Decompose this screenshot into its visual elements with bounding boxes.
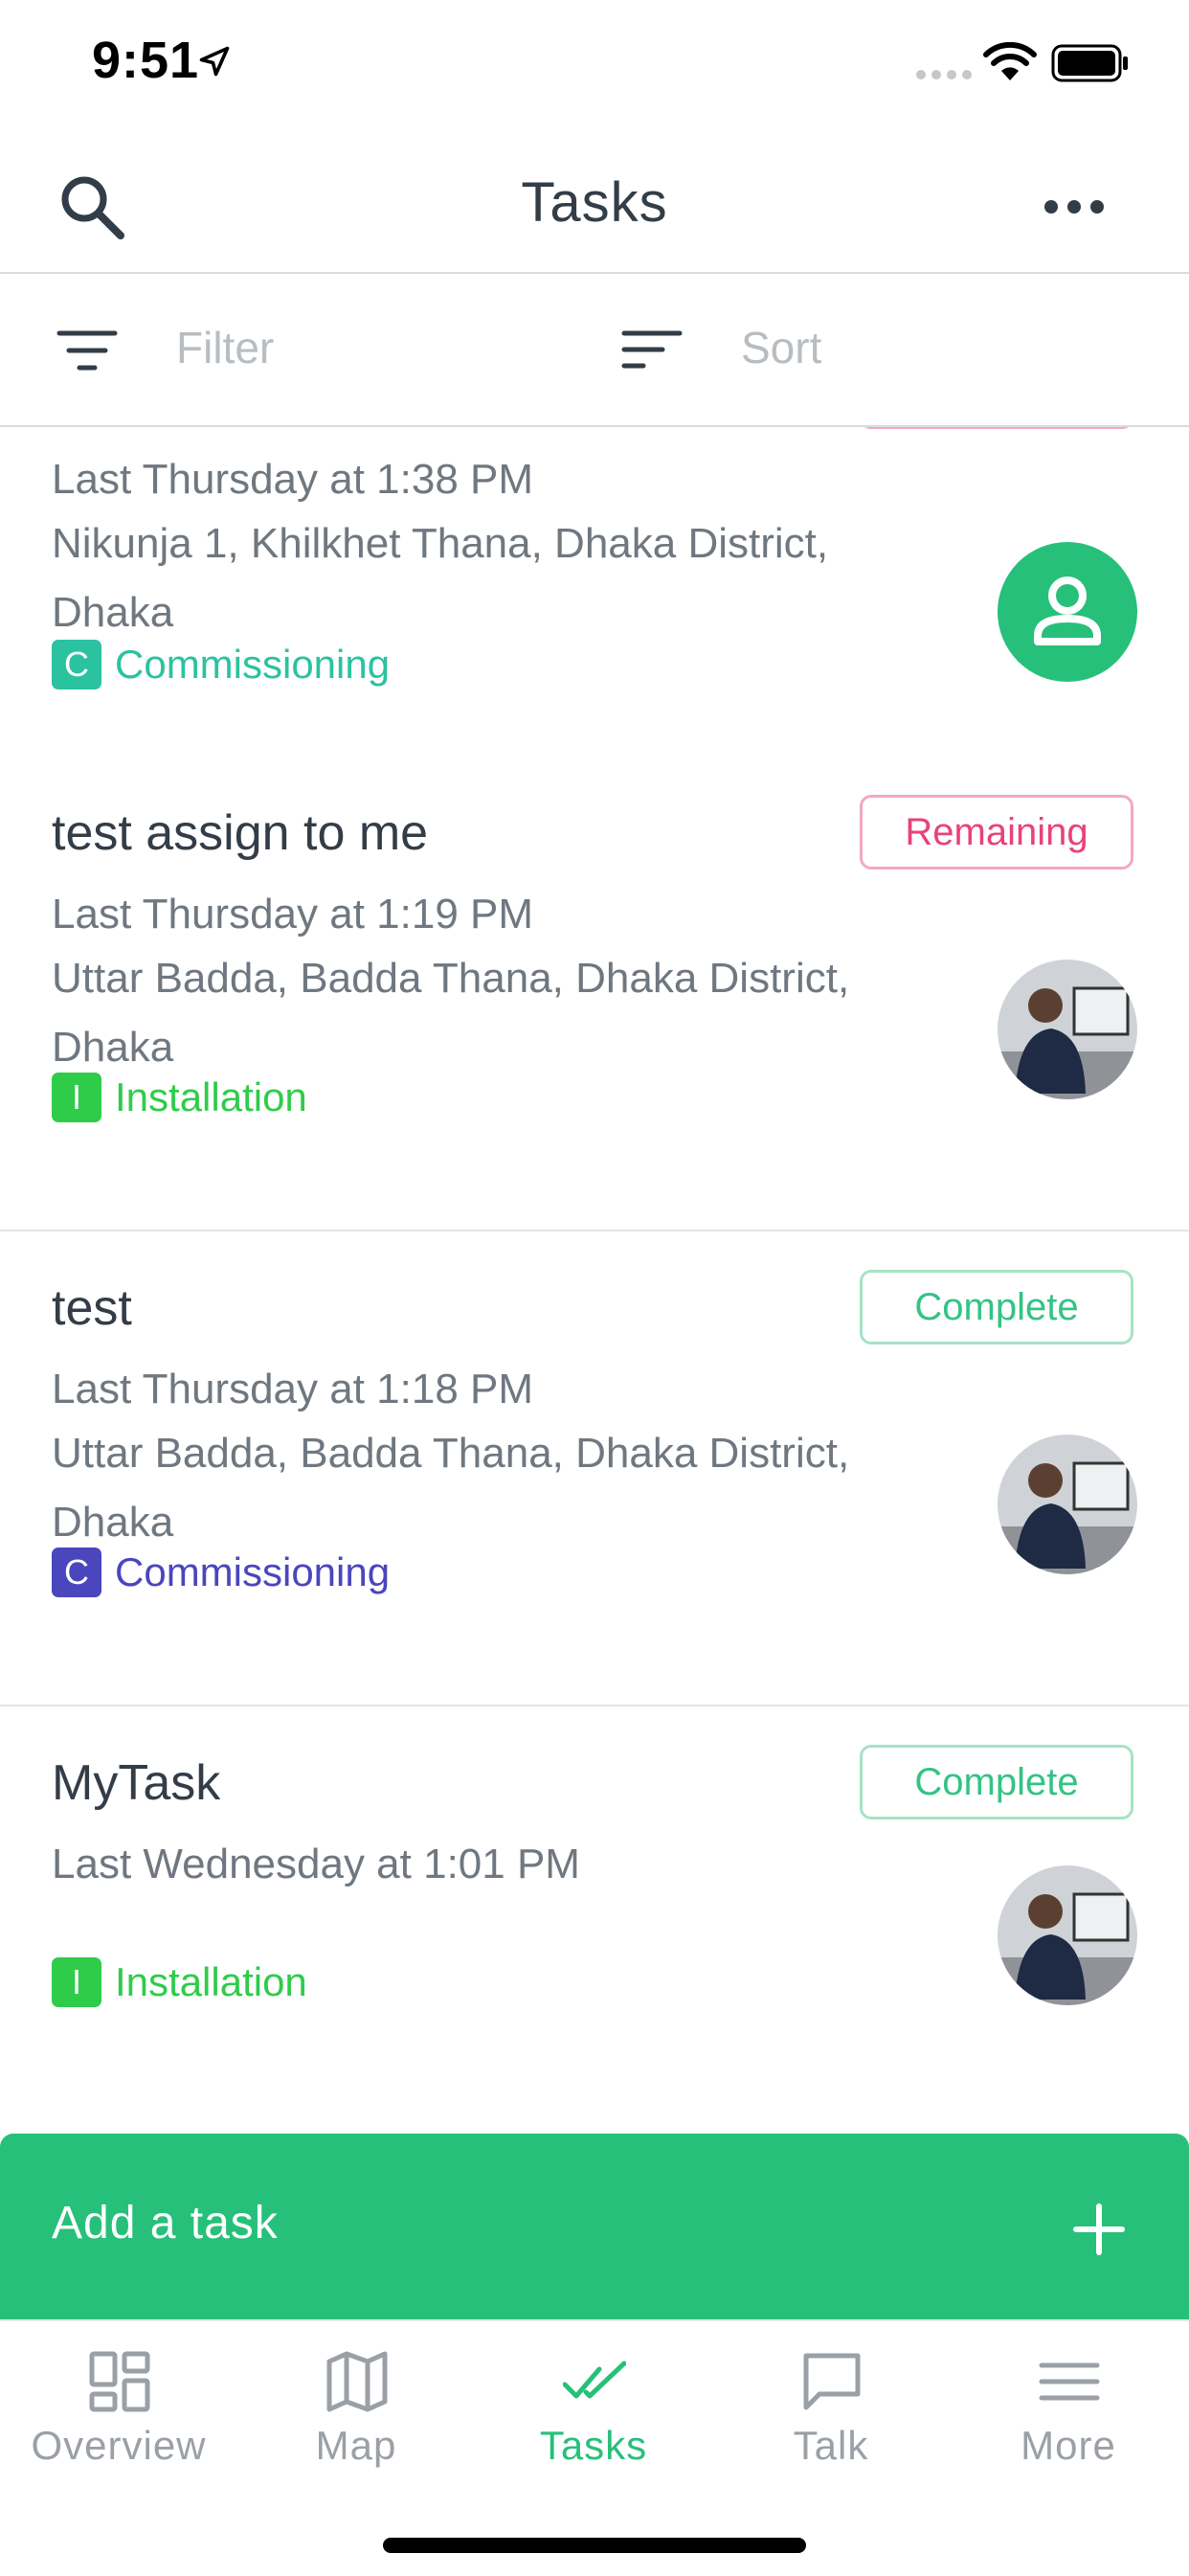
more-icon (1039, 2362, 1100, 2401)
task-address: Nikunja 1, Khilkhet Thana, Dhaka Distric… (52, 520, 829, 636)
tab-label: Overview (31, 2423, 207, 2468)
task-card[interactable]: test assign to me Remaining Last Thursda… (0, 755, 1189, 1232)
avatar[interactable] (998, 960, 1137, 1099)
home-indicator (383, 2538, 806, 2553)
user-photo-icon (998, 960, 1137, 1099)
task-address: Uttar Badda, Badda Thana, Dhaka District… (52, 1430, 850, 1546)
status-time: 9:51 (92, 32, 200, 89)
task-title: test assign to me (52, 805, 429, 861)
status-bar: 9:51 (0, 0, 1189, 124)
status-badge: Remaining (860, 795, 1133, 870)
task-list: Last Thursday at 1:38 PM Nikunja 1, Khil… (0, 427, 1189, 2134)
person-icon (1034, 576, 1101, 645)
task-card[interactable]: Last Thursday at 1:38 PM Nikunja 1, Khil… (0, 427, 1189, 757)
filter-icon[interactable] (56, 328, 119, 375)
map-icon (326, 2351, 388, 2412)
sort-icon[interactable] (620, 328, 684, 372)
avatar[interactable] (998, 542, 1137, 682)
task-time: Last Wednesday at 1:01 PM (52, 1841, 580, 1887)
tab-more[interactable]: More (950, 2321, 1187, 2513)
cellular-signal-icon (916, 70, 972, 79)
type-label: Commissioning (115, 642, 391, 687)
status-badge: Complete (860, 1270, 1133, 1344)
tab-map[interactable]: Map (237, 2321, 475, 2513)
avatar[interactable] (998, 1865, 1137, 2005)
add-task-button[interactable]: Add a task (0, 2134, 1189, 2319)
task-time: Last Thursday at 1:18 PM (52, 1366, 534, 1412)
avatar[interactable] (998, 1435, 1137, 1574)
status-badge (860, 427, 1133, 429)
plus-icon (1073, 2203, 1125, 2255)
talk-icon (803, 2353, 861, 2410)
app-header: Tasks (0, 134, 1189, 274)
tab-overview[interactable]: Overview (0, 2321, 237, 2513)
wifi-icon (983, 42, 1037, 80)
type-badge: C (52, 1548, 101, 1597)
task-address: Uttar Badda, Badda Thana, Dhaka District… (52, 955, 850, 1071)
user-photo-icon (998, 1865, 1137, 2005)
location-arrow-icon (199, 46, 230, 77)
tab-tasks[interactable]: Tasks (475, 2321, 712, 2513)
tab-label: Tasks (539, 2423, 648, 2468)
overview-icon (89, 2351, 150, 2412)
tab-label: Map (315, 2423, 397, 2468)
tab-label: More (1021, 2423, 1116, 2468)
tab-talk[interactable]: Talk (712, 2321, 950, 2513)
filter-sort-toolbar: Filter Sort (0, 274, 1189, 427)
task-time: Last Thursday at 1:38 PM (52, 456, 534, 503)
type-label: Installation (115, 1959, 307, 2004)
type-badge: I (52, 1957, 101, 2007)
task-title: test (52, 1280, 132, 1336)
task-title: MyTask (52, 1755, 221, 1811)
task-card[interactable]: MyTask Complete Last Wednesday at 1:01 P… (0, 1706, 1189, 2134)
user-photo-icon (998, 1435, 1137, 1574)
task-type: C Commissioning (52, 1548, 390, 1597)
type-badge: C (52, 640, 101, 689)
status-badge: Complete (860, 1745, 1133, 1819)
filter-button[interactable]: Filter (176, 322, 274, 373)
type-label: Commissioning (115, 1549, 391, 1594)
task-card[interactable]: test Complete Last Thursday at 1:18 PM U… (0, 1232, 1189, 1706)
battery-icon (1051, 44, 1128, 82)
type-badge: I (52, 1073, 101, 1122)
more-options-icon[interactable] (1036, 178, 1112, 236)
sort-button[interactable]: Sort (741, 322, 821, 373)
page-title: Tasks (521, 171, 668, 234)
task-type: I Installation (52, 1073, 307, 1122)
task-type: I Installation (52, 1957, 307, 2007)
add-task-label: Add a task (52, 2198, 279, 2248)
tasks-icon (563, 2361, 626, 2399)
tab-label: Talk (793, 2423, 869, 2468)
task-time: Last Thursday at 1:19 PM (52, 891, 534, 938)
type-label: Installation (115, 1074, 307, 1119)
task-type: C Commissioning (52, 640, 390, 689)
